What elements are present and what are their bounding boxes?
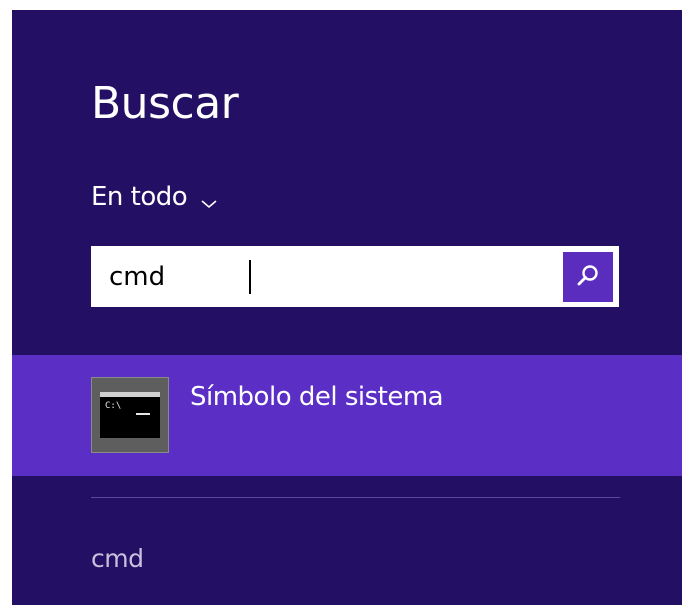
search-icon [575, 262, 601, 292]
text-caret [249, 260, 251, 294]
search-button[interactable] [563, 252, 613, 302]
search-suggestion-cmd[interactable]: cmd [91, 546, 144, 571]
result-item-label: Símbolo del sistema [190, 382, 444, 412]
console-cursor [136, 413, 150, 415]
panel-title: Buscar [91, 78, 239, 129]
console-window-graphic: C:\ [100, 392, 160, 438]
search-charm-panel: Buscar En todo C:\ Símbolo [12, 10, 682, 605]
search-input[interactable] [91, 246, 551, 307]
command-prompt-icon: C:\ [91, 377, 169, 453]
results-divider [91, 497, 620, 498]
console-prompt-text: C:\ [105, 401, 122, 411]
search-scope-label: En todo [91, 182, 188, 212]
chevron-down-icon [199, 190, 219, 209]
search-scope-dropdown[interactable]: En todo [91, 184, 219, 210]
search-box [91, 246, 619, 307]
result-item-command-prompt[interactable]: C:\ Símbolo del sistema [12, 355, 682, 476]
